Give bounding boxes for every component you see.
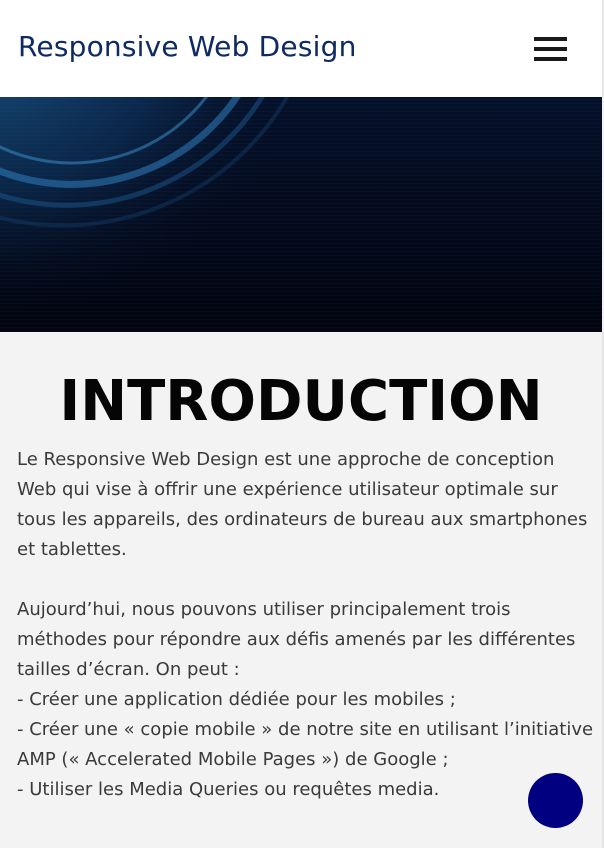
hero-scanlines — [0, 97, 602, 332]
intro-line: Le Responsive Web Design est une approch… — [17, 449, 555, 470]
intro-line: Web qui vise à offrir une expérience uti… — [17, 479, 558, 500]
menu-bar — [534, 37, 567, 41]
scroll-to-top-button[interactable] — [528, 773, 583, 828]
intro-line: tailles d’écran. On peut : — [17, 659, 240, 680]
intro-line: Aujourd’hui, nous pouvons utiliser princ… — [17, 599, 511, 620]
menu-bar — [534, 57, 567, 61]
page: Responsive Web Design INTRODUCTION Le Re… — [0, 0, 604, 848]
intro-paragraph: Le Responsive Web Design est une approch… — [17, 445, 594, 805]
intro-heading: INTRODUCTION — [59, 369, 543, 434]
menu-bar — [534, 47, 567, 51]
intro-line: - Utiliser les Media Queries ou requêtes… — [17, 779, 440, 800]
site-header: Responsive Web Design — [0, 0, 604, 97]
intro-line: AMP (« Accelerated Mobile Pages ») de Go… — [17, 749, 449, 770]
hamburger-menu-icon[interactable] — [534, 37, 567, 61]
hero-banner — [0, 97, 602, 332]
intro-section: INTRODUCTION Le Responsive Web Design es… — [0, 332, 604, 848]
intro-line: et tablettes. — [17, 539, 127, 560]
intro-line: tous les appareils, des ordinateurs de b… — [17, 509, 588, 530]
intro-line: - Créer une application dédiée pour les … — [17, 689, 456, 710]
intro-line: méthodes pour répondre aux défis amenés … — [17, 629, 576, 650]
intro-line: - Créer une « copie mobile » de notre si… — [17, 719, 594, 740]
site-title[interactable]: Responsive Web Design — [18, 30, 357, 63]
intro-line — [17, 565, 589, 595]
